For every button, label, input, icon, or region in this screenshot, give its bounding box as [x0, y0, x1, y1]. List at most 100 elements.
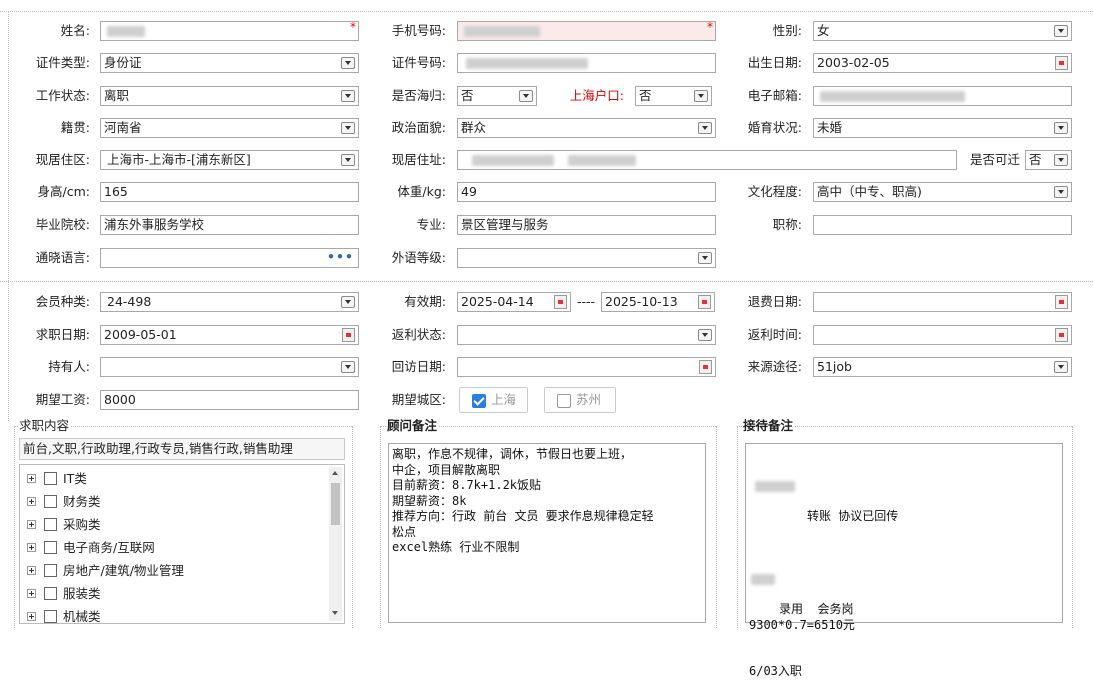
- title-field[interactable]: [813, 215, 1072, 235]
- checkbox[interactable]: [44, 587, 57, 600]
- checkbox[interactable]: [44, 495, 57, 508]
- rebate-status-select[interactable]: [457, 325, 716, 345]
- chevron-down-icon[interactable]: [341, 90, 355, 102]
- valid-to-field[interactable]: 2025-10-13: [601, 292, 715, 312]
- tree-item[interactable]: 机械类: [27, 605, 101, 623]
- political-value: 群众: [461, 120, 487, 135]
- expand-icon[interactable]: [27, 497, 36, 506]
- returnee-select[interactable]: 否: [457, 86, 537, 106]
- chevron-down-icon[interactable]: [341, 154, 355, 166]
- checkbox-checked-icon[interactable]: [472, 393, 486, 408]
- checkbox[interactable]: [44, 610, 57, 623]
- valid-from-field[interactable]: 2025-04-14: [457, 292, 571, 312]
- expand-icon[interactable]: [27, 566, 36, 575]
- school-field[interactable]: 浦东外事服务学校: [100, 215, 359, 235]
- chevron-down-icon[interactable]: [1054, 361, 1068, 373]
- id-type-select[interactable]: 身份证: [100, 53, 359, 73]
- reception-notes-textarea[interactable]: 转账 协议已回传 录用 会务岗 9300*0.7=6510元 6/03入职: [745, 443, 1063, 678]
- chevron-down-icon[interactable]: [341, 296, 355, 308]
- residence-addr-field[interactable]: [457, 150, 957, 170]
- calendar-icon[interactable]: [698, 295, 711, 309]
- major-field[interactable]: 景区管理与服务: [457, 215, 716, 235]
- tree-item[interactable]: 采购类: [27, 513, 101, 535]
- shanghai-hukou-value: 否: [639, 88, 652, 103]
- height-field[interactable]: 165: [100, 182, 359, 202]
- chevron-down-icon[interactable]: [698, 122, 712, 134]
- tree-scrollbar[interactable]: [329, 467, 342, 621]
- checkbox[interactable]: [44, 564, 57, 577]
- more-icon[interactable]: •••: [327, 249, 354, 265]
- name-field[interactable]: *: [100, 20, 359, 41]
- chevron-down-icon[interactable]: [694, 90, 708, 102]
- marital-select[interactable]: 未婚: [813, 118, 1072, 138]
- tree-item[interactable]: 财务类: [27, 490, 101, 512]
- education-label: 文化程度:: [747, 184, 802, 199]
- birth-date-field[interactable]: 2003-02-05: [813, 53, 1072, 73]
- calendar-icon[interactable]: [1055, 56, 1068, 70]
- native-select[interactable]: 河南省: [100, 118, 359, 138]
- checkbox[interactable]: [44, 472, 57, 485]
- phone-field[interactable]: *: [457, 20, 716, 41]
- checkbox-unchecked-icon[interactable]: [557, 393, 571, 408]
- calendar-icon[interactable]: [699, 360, 712, 374]
- chevron-down-icon[interactable]: [519, 90, 533, 102]
- chevron-down-icon[interactable]: [341, 361, 355, 373]
- political-select[interactable]: 群众: [457, 118, 716, 138]
- residence-area-select[interactable]: 上海市-上海市-[浦东新区]: [100, 150, 359, 170]
- tree-item[interactable]: IT类: [27, 467, 87, 489]
- tree-item[interactable]: 服装类: [27, 582, 101, 604]
- calendar-icon[interactable]: [342, 328, 355, 342]
- job-selected-field[interactable]: 前台,文职,行政助理,行政专员,销售行政,销售助理: [19, 438, 345, 460]
- shanghai-hukou-select[interactable]: 否: [635, 86, 712, 106]
- scrollbar-thumb[interactable]: [331, 483, 340, 525]
- expand-icon[interactable]: [27, 474, 36, 483]
- chevron-down-icon[interactable]: [1054, 25, 1068, 37]
- calendar-icon[interactable]: [1055, 328, 1068, 342]
- chevron-down-icon[interactable]: [341, 57, 355, 69]
- school-label: 毕业院校:: [35, 217, 90, 232]
- calendar-icon[interactable]: [1055, 295, 1068, 309]
- holder-select[interactable]: [100, 357, 359, 377]
- expand-icon[interactable]: [27, 543, 36, 552]
- checkbox[interactable]: [44, 541, 57, 554]
- panel-border-left: [14, 426, 15, 628]
- checkbox[interactable]: [44, 518, 57, 531]
- rebate-time-field[interactable]: [813, 325, 1072, 345]
- scroll-down-icon[interactable]: [332, 611, 338, 615]
- category-tree: IT类 财务类 采购类 电子商务/互联网 房地产/建筑/物业管理 服装类 机械类: [19, 464, 345, 624]
- title-label: 职称:: [772, 217, 802, 232]
- tree-item[interactable]: 电子商务/互联网: [27, 536, 155, 558]
- job-date-field[interactable]: 2009-05-01: [100, 325, 359, 345]
- major-value: 景区管理与服务: [461, 217, 549, 232]
- expand-icon[interactable]: [27, 520, 36, 529]
- chevron-down-icon[interactable]: [1054, 186, 1068, 198]
- language-field[interactable]: •••: [100, 248, 359, 268]
- expand-icon[interactable]: [27, 589, 36, 598]
- lang-level-select[interactable]: [457, 248, 716, 268]
- relocate-select[interactable]: 否: [1025, 150, 1072, 170]
- education-select[interactable]: 高中（中专、职高): [813, 182, 1072, 202]
- salary-field[interactable]: 8000: [100, 390, 359, 410]
- expand-icon[interactable]: [27, 612, 36, 621]
- scroll-up-icon[interactable]: [332, 471, 338, 475]
- advisor-notes-textarea[interactable]: 离职，作息不规律，调休，节假日也要上班， 中企，项目解散离职 目前薪资：8.7k…: [388, 443, 706, 623]
- id-number-field[interactable]: [457, 53, 716, 73]
- city-option-suzhou[interactable]: 苏州: [544, 387, 616, 413]
- email-field[interactable]: [813, 86, 1072, 106]
- chevron-down-icon[interactable]: [698, 329, 712, 341]
- weight-field[interactable]: 49: [457, 182, 716, 202]
- chevron-down-icon[interactable]: [1054, 122, 1068, 134]
- source-select[interactable]: 51job: [813, 357, 1072, 377]
- chevron-down-icon[interactable]: [698, 252, 712, 264]
- calendar-icon[interactable]: [554, 295, 567, 309]
- gender-select[interactable]: 女: [813, 21, 1072, 41]
- refund-date-field[interactable]: [813, 292, 1072, 312]
- work-status-select[interactable]: 离职: [100, 86, 359, 106]
- tree-item[interactable]: 房地产/建筑/物业管理: [27, 559, 184, 581]
- chevron-down-icon[interactable]: [1054, 154, 1068, 166]
- city-option-shanghai[interactable]: 上海: [459, 387, 528, 413]
- revisit-date-field[interactable]: [457, 357, 716, 377]
- tree-item-label: 财务类: [63, 493, 101, 509]
- member-type-select[interactable]: 24-498: [100, 292, 359, 312]
- chevron-down-icon[interactable]: [341, 122, 355, 134]
